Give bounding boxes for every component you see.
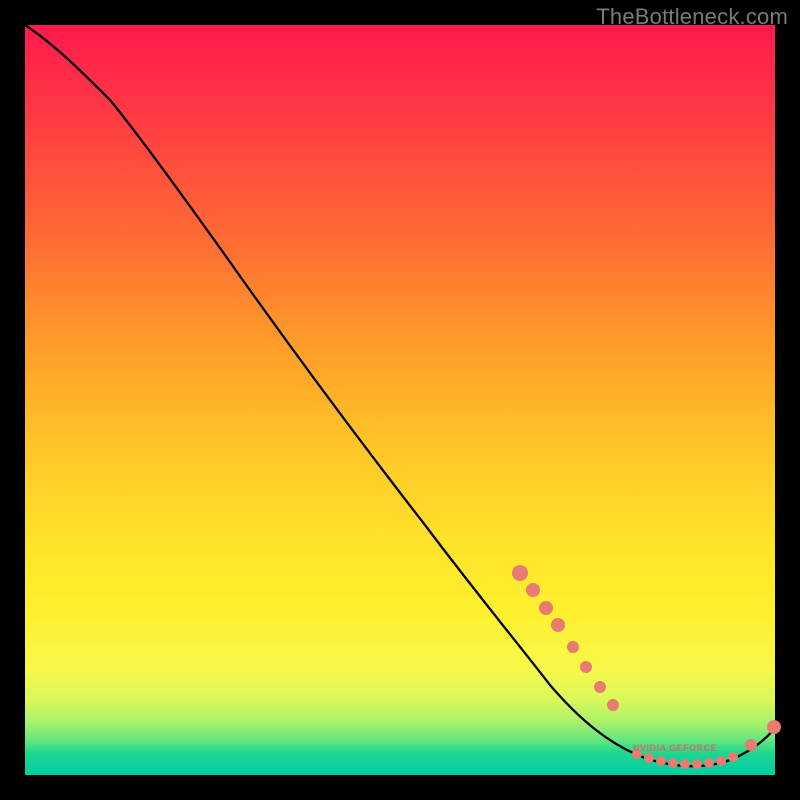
sample-dots (512, 565, 781, 769)
bottleneck-curve (25, 25, 775, 766)
plot-area: NVIDIA GEFORCE (25, 25, 775, 775)
watermark-text: TheBottleneck.com (596, 4, 788, 30)
curve-layer (25, 25, 775, 775)
series-label: NVIDIA GEFORCE (633, 743, 717, 753)
chart-stage: NVIDIA GEFORCE TheBottleneck.com (0, 0, 800, 800)
